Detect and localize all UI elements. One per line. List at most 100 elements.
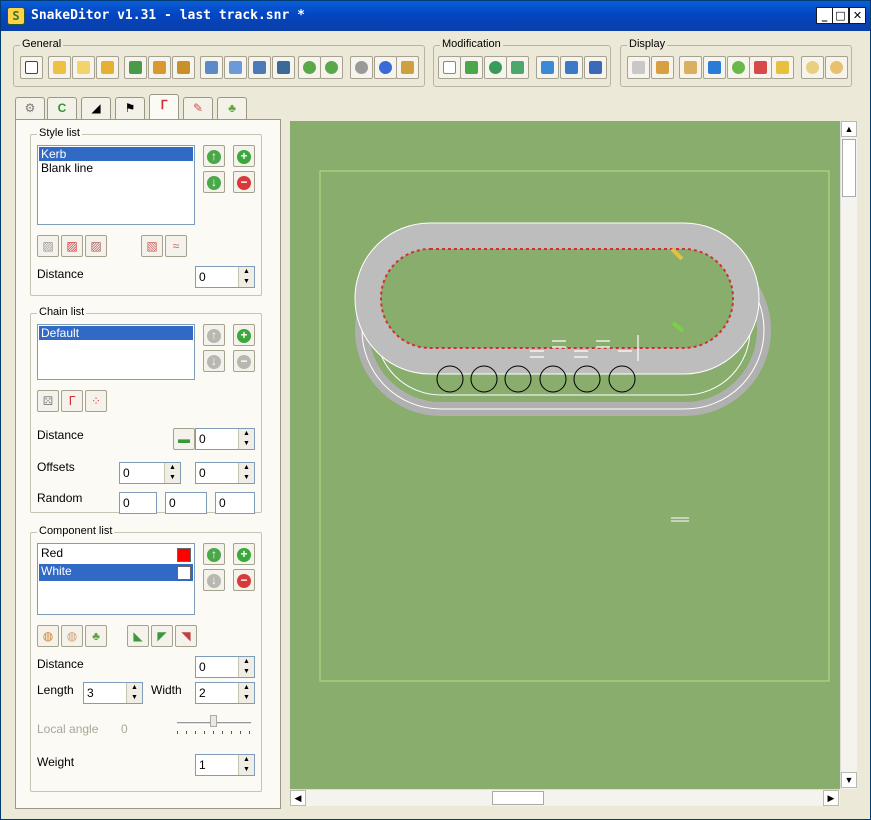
- chain-listbox[interactable]: Default: [37, 324, 195, 380]
- width-stepper[interactable]: 2 ▲ ▼: [195, 682, 255, 704]
- move-down-button[interactable]: ↓: [203, 171, 225, 193]
- grid-2-button[interactable]: [224, 56, 247, 79]
- local-angle-slider[interactable]: [177, 713, 255, 737]
- component-item-white[interactable]: White: [39, 564, 193, 581]
- add-chain-button[interactable]: +: [233, 324, 255, 346]
- remove-style-button[interactable]: −: [233, 171, 255, 193]
- spin-arrows[interactable]: ▲ ▼: [126, 683, 142, 703]
- component-move-up-button[interactable]: ↑: [203, 543, 225, 565]
- style-distance-stepper[interactable]: 0 ▲ ▼: [195, 266, 255, 288]
- spin-arrows[interactable]: ▲ ▼: [238, 429, 254, 449]
- exit-button[interactable]: [396, 56, 419, 79]
- move-up-button[interactable]: ↑: [203, 145, 225, 167]
- draw-line-button[interactable]: [536, 56, 559, 79]
- show-road-button[interactable]: [703, 56, 726, 79]
- zoom-out-button[interactable]: [825, 56, 848, 79]
- show-tools-button[interactable]: [771, 56, 794, 79]
- align-3-button[interactable]: ◥: [175, 625, 197, 647]
- tab-general[interactable]: ⚙: [15, 97, 45, 119]
- spin-arrows[interactable]: ▲ ▼: [238, 683, 254, 703]
- close-button[interactable]: ✕: [849, 7, 866, 24]
- pattern-5-button[interactable]: ≈: [165, 235, 187, 257]
- palette-button[interactable]: ◍: [37, 625, 59, 647]
- copy-button[interactable]: [148, 56, 171, 79]
- new-file-button[interactable]: [20, 56, 43, 79]
- open-button[interactable]: [48, 56, 71, 79]
- minimize-button[interactable]: _: [816, 7, 833, 24]
- pattern-4-button[interactable]: ▧: [141, 235, 163, 257]
- object-button[interactable]: ♣: [85, 625, 107, 647]
- grid-3-button[interactable]: [248, 56, 271, 79]
- spin-arrows[interactable]: ▲ ▼: [238, 657, 254, 677]
- 3d-view-button[interactable]: [627, 56, 650, 79]
- pattern-3-button[interactable]: ▨: [85, 235, 107, 257]
- vertical-scrollbar[interactable]: ▲ ▼: [840, 121, 857, 789]
- layer-up-button[interactable]: [124, 56, 147, 79]
- length-stepper[interactable]: 3 ▲ ▼: [83, 682, 143, 704]
- chain-distance-tool-button[interactable]: ▬: [173, 428, 195, 450]
- spin-arrows[interactable]: ▲ ▼: [238, 463, 254, 483]
- align-1-button[interactable]: ◣: [127, 625, 149, 647]
- scroll-up-arrow[interactable]: ▲: [841, 121, 857, 137]
- random-3-field[interactable]: 0: [215, 492, 255, 514]
- spin-arrows[interactable]: ▲ ▼: [238, 267, 254, 287]
- spin-arrows[interactable]: ▲ ▼: [164, 463, 180, 483]
- move-tool-button[interactable]: [460, 56, 483, 79]
- show-kerbs-button[interactable]: [749, 56, 772, 79]
- add-style-button[interactable]: +: [233, 145, 255, 167]
- info-button[interactable]: [374, 56, 397, 79]
- remove-component-button[interactable]: −: [233, 569, 255, 591]
- settings-button[interactable]: [350, 56, 373, 79]
- show-terrain-button[interactable]: [679, 56, 702, 79]
- horizontal-scrollbar[interactable]: ◀ ▶: [290, 789, 840, 806]
- component-listbox[interactable]: Red White: [37, 543, 195, 615]
- chain-distance-stepper[interactable]: 0 ▲ ▼: [195, 428, 255, 450]
- weight-stepper[interactable]: 1 ▲ ▼: [195, 754, 255, 776]
- add-component-button[interactable]: +: [233, 543, 255, 565]
- pattern-2-button[interactable]: ▨: [61, 235, 83, 257]
- chain-kerb-button[interactable]: ᒥ: [61, 390, 83, 412]
- random-1-field[interactable]: 0: [119, 492, 157, 514]
- tab-road[interactable]: C: [47, 97, 77, 119]
- chain-scatter-button[interactable]: ⁘: [85, 390, 107, 412]
- maximize-button[interactable]: □: [832, 7, 849, 24]
- paste-button[interactable]: [172, 56, 195, 79]
- undo-button[interactable]: [298, 56, 321, 79]
- vertical-scroll-thumb[interactable]: [842, 139, 856, 197]
- style-listbox[interactable]: Kerb Blank line: [37, 145, 195, 225]
- scale-tool-button[interactable]: [506, 56, 529, 79]
- rotate-tool-button[interactable]: [484, 56, 507, 79]
- spin-arrows[interactable]: ▲ ▼: [238, 755, 254, 775]
- tab-brush[interactable]: ✎: [183, 97, 213, 119]
- scroll-down-arrow[interactable]: ▼: [841, 772, 857, 788]
- tab-start-finish[interactable]: ⚑: [115, 97, 145, 119]
- component-distance-stepper[interactable]: 0 ▲ ▼: [195, 656, 255, 678]
- show-trees-button[interactable]: [727, 56, 750, 79]
- tab-slope[interactable]: ◢: [81, 97, 111, 119]
- random-2-field[interactable]: 0: [165, 492, 207, 514]
- title-bar[interactable]: S SnakeDitor v1.31 - last track.snr * _ …: [1, 1, 870, 31]
- component-move-down-button[interactable]: ↓: [203, 569, 225, 591]
- export-button[interactable]: [96, 56, 119, 79]
- select-tool-button[interactable]: [438, 56, 461, 79]
- arc-up-button[interactable]: [560, 56, 583, 79]
- grid-1-button[interactable]: [200, 56, 223, 79]
- component-item-red[interactable]: Red: [39, 546, 193, 563]
- scroll-left-arrow[interactable]: ◀: [290, 790, 306, 806]
- pattern-1-button[interactable]: ▨: [37, 235, 59, 257]
- chain-move-up-button[interactable]: ↑: [203, 324, 225, 346]
- track-canvas[interactable]: [290, 121, 840, 789]
- redo-button[interactable]: [320, 56, 343, 79]
- slider-thumb[interactable]: [210, 715, 217, 727]
- list-item[interactable]: Default: [39, 326, 193, 340]
- list-item[interactable]: Blank line: [39, 161, 193, 175]
- texture-button[interactable]: ◍: [61, 625, 83, 647]
- offset-1-stepper[interactable]: 0 ▲ ▼: [119, 462, 181, 484]
- background-image-button[interactable]: [651, 56, 674, 79]
- tab-trees[interactable]: ♣: [217, 97, 247, 119]
- chain-random-button[interactable]: ⚄: [37, 390, 59, 412]
- horizontal-scroll-thumb[interactable]: [492, 791, 544, 805]
- list-item[interactable]: Kerb: [39, 147, 193, 161]
- chain-move-down-button[interactable]: ↓: [203, 350, 225, 372]
- people-button[interactable]: [272, 56, 295, 79]
